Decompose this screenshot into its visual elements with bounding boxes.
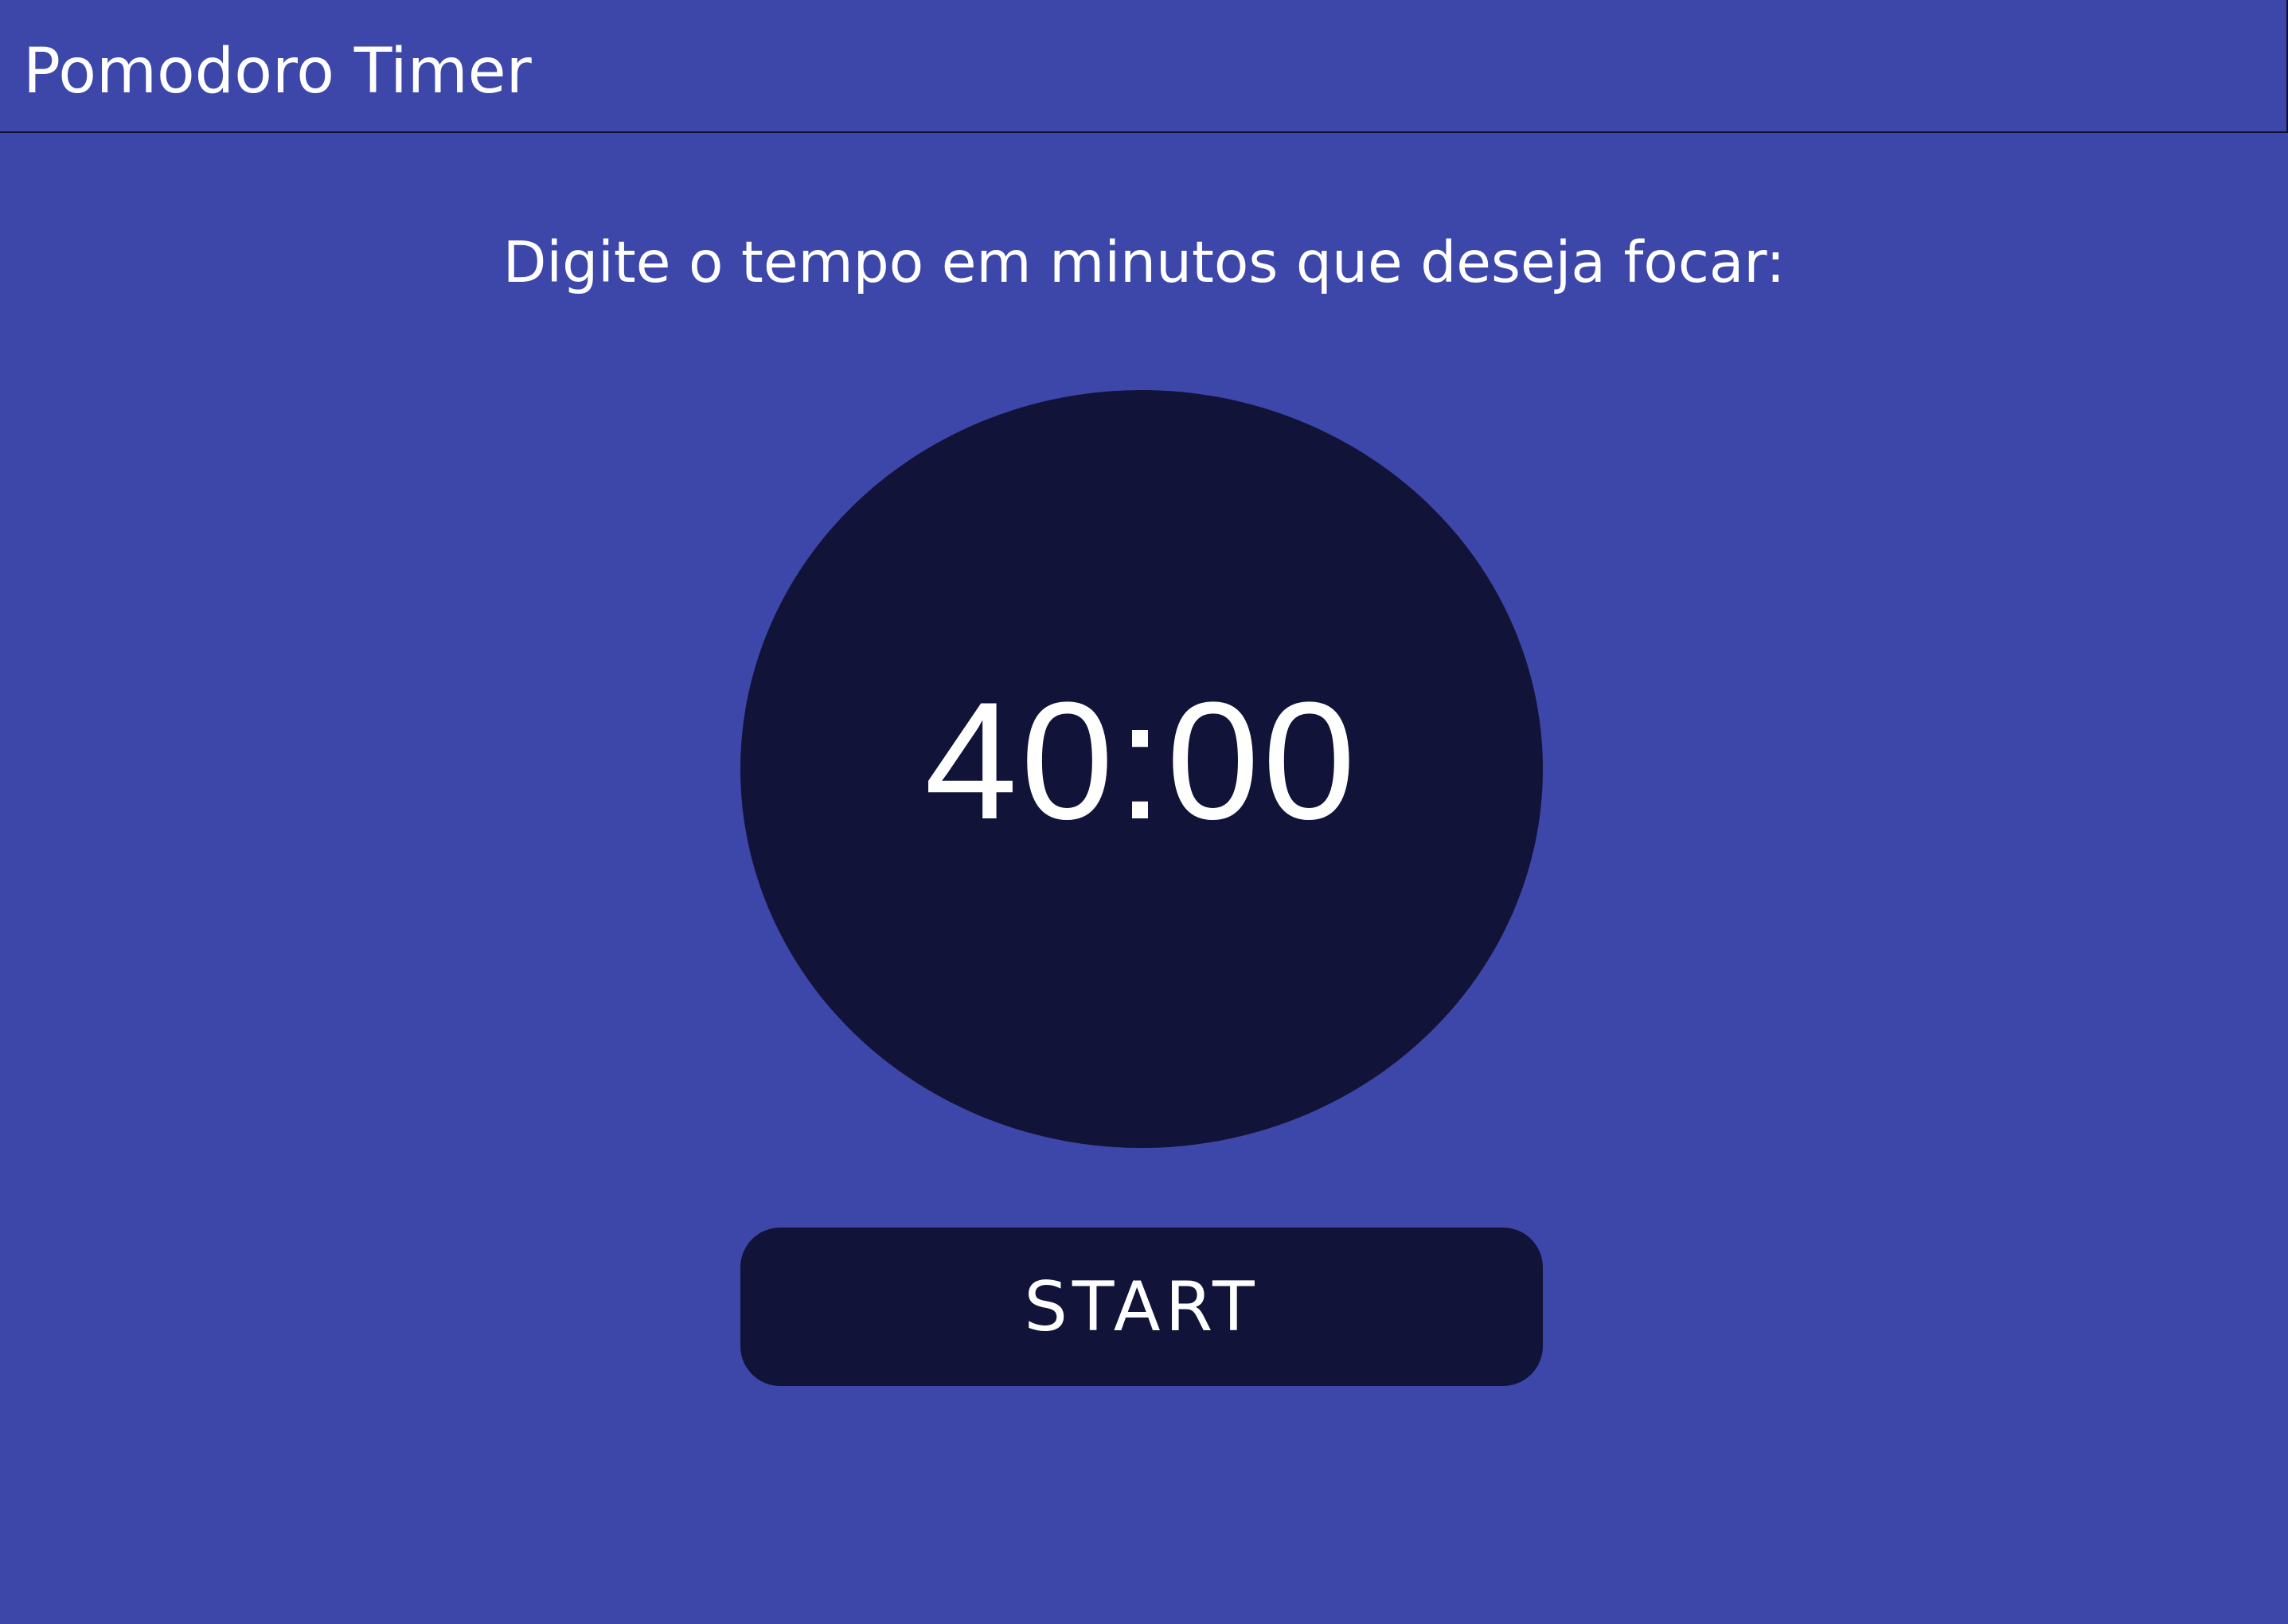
app-header: Pomodoro Timer [0, 0, 2288, 133]
app-title: Pomodoro Timer [23, 36, 532, 107]
timer-display: 40:00 [924, 667, 1359, 854]
timer-circle[interactable]: 40:00 [740, 390, 1543, 1148]
start-button[interactable]: START [740, 1228, 1543, 1386]
focus-time-prompt: Digite o tempo em minutos que deseja foc… [502, 229, 1786, 295]
